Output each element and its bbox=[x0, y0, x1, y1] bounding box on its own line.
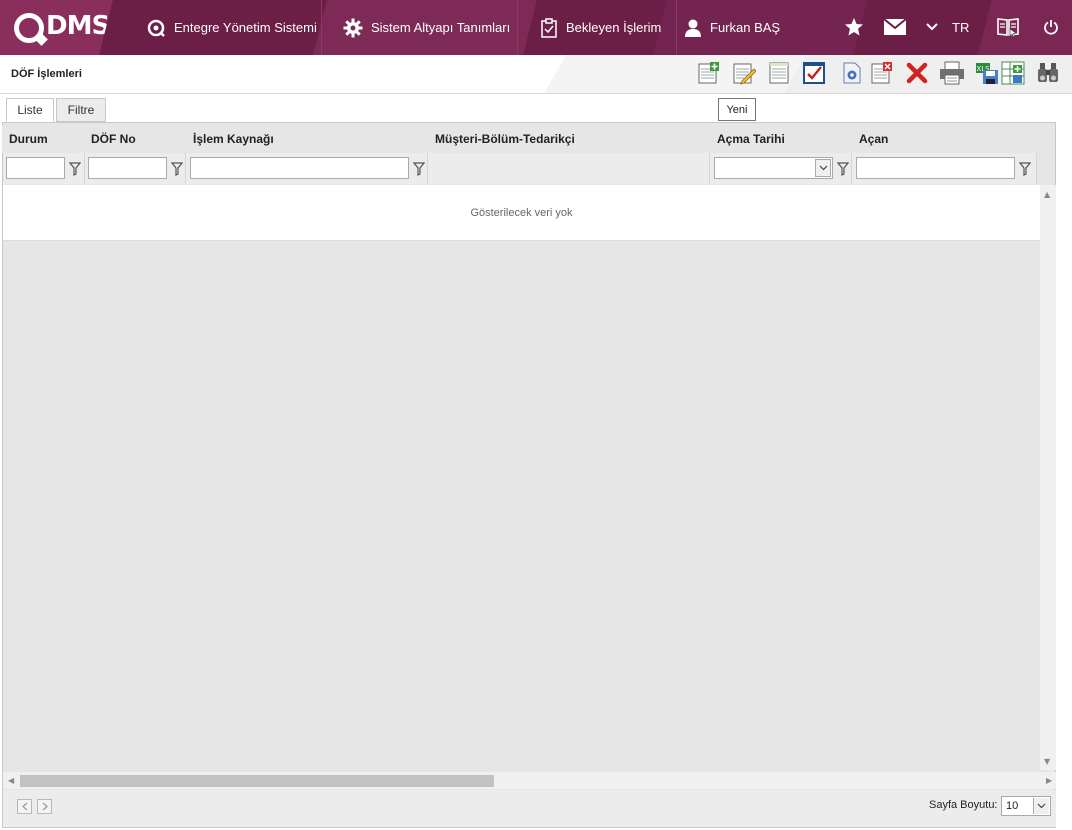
document-remove-icon bbox=[871, 62, 892, 84]
page-size-label: Sayfa Boyutu: bbox=[929, 799, 998, 811]
checkbox-approve-icon bbox=[803, 62, 825, 84]
page-size-select[interactable]: 10 bbox=[1001, 796, 1051, 816]
scroll-left-icon[interactable]: ◀ bbox=[8, 776, 14, 785]
list-view-button[interactable] bbox=[767, 61, 791, 85]
pager-bar bbox=[3, 790, 1056, 827]
print-button[interactable] bbox=[939, 61, 965, 85]
q-logo-icon bbox=[147, 19, 165, 37]
new-record-button[interactable] bbox=[697, 61, 721, 85]
column-header-acan[interactable]: Açan bbox=[852, 125, 1037, 153]
chevron-right-icon bbox=[42, 802, 48, 811]
column-header-dof-no[interactable]: DÖF No bbox=[84, 125, 186, 153]
edit-record-button[interactable] bbox=[732, 61, 756, 85]
chevron-down-icon[interactable] bbox=[922, 14, 942, 40]
scroll-up-icon[interactable]: ▲ bbox=[1044, 190, 1050, 199]
nav-entegre-yonetim-sistemi[interactable]: Entegre Yönetim Sistemi bbox=[146, 0, 317, 55]
scroll-right-icon[interactable]: ▶ bbox=[1046, 776, 1052, 785]
delete-button[interactable] bbox=[905, 61, 929, 85]
islem-kaynagi-filter-input[interactable] bbox=[190, 157, 409, 179]
document-gear-icon bbox=[843, 62, 861, 84]
column-header-durum[interactable]: Durum bbox=[2, 125, 84, 153]
page-size-value: 10 bbox=[1006, 800, 1019, 812]
binoculars-icon bbox=[1038, 63, 1058, 82]
edit-pencil-icon bbox=[733, 63, 756, 85]
acan-filter-input[interactable] bbox=[856, 157, 1015, 179]
nav-user-profile[interactable]: Furkan BAŞ bbox=[684, 0, 780, 55]
list-document-icon bbox=[769, 62, 789, 84]
filter-funnel-icon[interactable] bbox=[837, 162, 849, 176]
empty-message: Gösterilecek veri yok bbox=[3, 185, 1040, 241]
column-header-acma-tarihi[interactable]: Açma Tarihi bbox=[710, 125, 852, 153]
page-size-dropdown[interactable] bbox=[1033, 798, 1049, 814]
horizontal-scroll-thumb[interactable] bbox=[20, 775, 494, 787]
dms-logo[interactable]: DMS bbox=[0, 0, 120, 55]
book-icon[interactable] bbox=[995, 14, 1021, 40]
clipboard-icon bbox=[541, 17, 557, 38]
q-logo-icon bbox=[14, 13, 44, 43]
export-excel-button[interactable]: XLS bbox=[975, 61, 999, 85]
nav-label: Entegre Yönetim Sistemi bbox=[174, 20, 317, 35]
favorites-star-icon[interactable] bbox=[841, 14, 867, 40]
delete-record-button[interactable] bbox=[870, 61, 894, 85]
vertical-scrollbar[interactable] bbox=[1040, 185, 1056, 770]
gear-icon bbox=[343, 18, 363, 37]
logo-text: DMS bbox=[46, 11, 110, 41]
user-icon bbox=[685, 19, 701, 37]
new-document-icon bbox=[698, 62, 719, 84]
filter-funnel-icon[interactable] bbox=[171, 162, 183, 176]
add-column-button[interactable] bbox=[1001, 61, 1025, 85]
chevron-left-icon bbox=[21, 802, 27, 811]
red-x-icon bbox=[906, 62, 928, 84]
toolbar-tooltip: Yeni bbox=[718, 98, 756, 121]
nav-bekleyen-islerim[interactable]: Bekleyen İşlerim bbox=[540, 0, 661, 55]
previous-page-button[interactable] bbox=[17, 799, 32, 814]
language-selector[interactable]: TR bbox=[952, 20, 969, 35]
nav-sistem-altyapi-tanimlari[interactable]: Sistem Altyapı Tanımları bbox=[343, 0, 510, 55]
find-button[interactable] bbox=[1036, 61, 1060, 85]
tab-liste[interactable]: Liste bbox=[6, 98, 54, 122]
column-header-musteri-bolum-tedarikci[interactable]: Müşteri-Bölüm-Tedarikçi bbox=[428, 125, 710, 153]
column-header-islem-kaynagi[interactable]: İşlem Kaynağı bbox=[186, 125, 428, 153]
chevron-down-icon bbox=[819, 165, 827, 171]
chevron-down-icon bbox=[1037, 803, 1046, 809]
process-settings-button[interactable] bbox=[840, 61, 864, 85]
nav-label: Bekleyen İşlerim bbox=[566, 20, 662, 35]
dof-no-filter-input[interactable] bbox=[88, 157, 167, 179]
date-dropdown-button[interactable] bbox=[815, 159, 831, 177]
top-navigation-bar: DMS Entegre Yönetim Sistemi Sistem Altya… bbox=[0, 0, 1072, 55]
nav-label: Furkan BAŞ bbox=[710, 20, 781, 35]
tab-filtre[interactable]: Filtre bbox=[56, 98, 106, 122]
excel-export-icon: XLS bbox=[976, 63, 998, 84]
filter-funnel-icon[interactable] bbox=[69, 162, 81, 176]
next-page-button[interactable] bbox=[37, 799, 52, 814]
mail-icon[interactable] bbox=[882, 14, 908, 40]
page-title: DÖF İşlemleri bbox=[11, 68, 82, 80]
filter-funnel-icon[interactable] bbox=[1019, 162, 1031, 176]
approve-button[interactable] bbox=[802, 61, 826, 85]
power-icon[interactable] bbox=[1038, 14, 1064, 40]
printer-icon bbox=[940, 61, 964, 85]
scroll-down-icon[interactable]: ▼ bbox=[1044, 757, 1050, 766]
nav-label: Sistem Altyapı Tanımları bbox=[371, 20, 511, 35]
durum-filter-input[interactable] bbox=[6, 157, 65, 179]
table-add-icon bbox=[1001, 61, 1025, 85]
filter-funnel-icon[interactable] bbox=[413, 162, 425, 176]
